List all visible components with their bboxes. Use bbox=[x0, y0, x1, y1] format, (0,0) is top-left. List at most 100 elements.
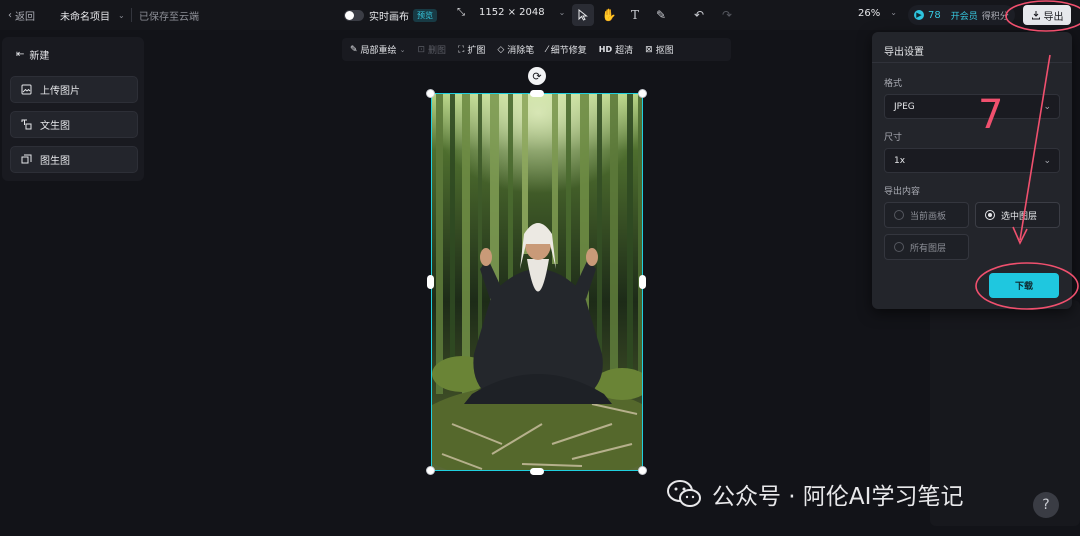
select-tool-button[interactable] bbox=[572, 4, 594, 26]
canvas-tools: ✋ T ✎ bbox=[572, 4, 672, 26]
chevron-down-icon: ⌄ bbox=[118, 11, 125, 20]
zoom-level: 26% bbox=[858, 8, 881, 19]
delete-icon: ⊡ bbox=[417, 44, 425, 55]
format-select[interactable]: JPEG ⌄ bbox=[884, 94, 1060, 119]
size-label: 尺寸 bbox=[884, 133, 903, 143]
bamboo-forest-image bbox=[432, 94, 642, 470]
size-select[interactable]: 1x ⌄ bbox=[884, 148, 1060, 173]
left-panel: ⇤ 新建 上传图片 文生图 图生图 bbox=[2, 37, 144, 181]
undo-icon: ↶ bbox=[693, 8, 705, 22]
save-status: 已保存至云端 bbox=[139, 12, 199, 23]
eraser-button[interactable]: ◇ 消除笔 bbox=[497, 43, 534, 57]
earn-points-link[interactable]: 得积分 bbox=[982, 9, 1009, 22]
collapse-arrow-icon: ⇤ bbox=[16, 49, 25, 60]
resize-handle-bottom-right[interactable] bbox=[638, 466, 647, 475]
resize-handle-left[interactable] bbox=[427, 275, 434, 289]
chevron-down-icon: ⌄ bbox=[1043, 155, 1051, 166]
chevron-down-icon: ⌄ bbox=[558, 8, 566, 17]
project-title: 未命名项目 bbox=[60, 12, 110, 23]
export-settings-panel: 导出设置 格式 JPEG ⌄ 尺寸 1x ⌄ 导出内容 当前画板 选中图层 所有… bbox=[872, 32, 1072, 309]
expand-image-button[interactable]: ⛶ 扩图 bbox=[458, 43, 485, 57]
cutout-button[interactable]: ⊠ 抠图 bbox=[645, 43, 674, 57]
download-icon bbox=[1031, 11, 1040, 20]
chevron-down-icon: ⌄ bbox=[399, 45, 406, 54]
realtime-canvas-toggle[interactable]: 实时画布 预览 bbox=[344, 6, 437, 24]
project-title-dropdown[interactable]: 未命名项目 ⌄ bbox=[60, 8, 125, 23]
back-label: 返回 bbox=[15, 12, 35, 23]
canvas-size: 1152 × 2048 bbox=[479, 7, 545, 18]
hd-upscale-label: 超清 bbox=[615, 46, 634, 56]
new-button[interactable]: ⇤ 新建 bbox=[16, 47, 49, 62]
inpaint-button[interactable]: ✎ 局部重绘 ⌄ bbox=[350, 43, 406, 57]
canvas-image[interactable] bbox=[431, 93, 643, 471]
radio-checked-icon bbox=[985, 210, 995, 220]
image-edit-toolbar: ✎ 局部重绘 ⌄ ⊡ 删图 ⛶ 扩图 ◇ 消除笔 ⁄ 细节修复 HD 超清 ⊠ … bbox=[342, 38, 731, 61]
text-to-image-label: 文生图 bbox=[40, 121, 70, 132]
watermark-text: 公众号 · 阿伦AI学习笔记 bbox=[712, 484, 964, 510]
option-all-layers[interactable]: 所有图层 bbox=[884, 234, 969, 260]
resize-handle-bottom[interactable] bbox=[530, 468, 544, 475]
rotate-handle[interactable]: ⟳ bbox=[528, 67, 546, 85]
image-image-icon bbox=[21, 154, 32, 164]
upload-image-label: 上传图片 bbox=[40, 86, 80, 97]
cutout-label: 抠图 bbox=[655, 46, 674, 56]
option-current-artboard[interactable]: 当前画板 bbox=[884, 202, 969, 228]
eraser-icon: ◇ bbox=[497, 44, 505, 55]
text-icon: T bbox=[630, 8, 639, 22]
inpaint-label: 局部重绘 bbox=[360, 46, 397, 56]
detail-repair-button[interactable]: ⁄ 细节修复 bbox=[546, 43, 587, 57]
hd-icon: HD bbox=[598, 45, 613, 54]
delete-image-label: 删图 bbox=[427, 46, 446, 56]
chevron-down-icon: ⌄ bbox=[1043, 101, 1051, 112]
resize-handle-right[interactable] bbox=[639, 275, 646, 289]
upload-image-button[interactable]: 上传图片 bbox=[10, 76, 138, 103]
radio-icon bbox=[894, 210, 904, 220]
text-image-icon bbox=[21, 119, 32, 130]
resize-handle-bottom-left[interactable] bbox=[426, 466, 435, 475]
watermark: 公众号 · 阿伦AI学习笔记 bbox=[666, 477, 963, 511]
export-settings-title: 导出设置 bbox=[884, 47, 924, 58]
toggle-switch[interactable] bbox=[344, 9, 364, 21]
delete-image-button[interactable]: ⊡ 删图 bbox=[417, 43, 446, 57]
redo-button[interactable]: ↷ bbox=[716, 4, 738, 26]
brush-icon: ✎ bbox=[655, 8, 667, 22]
image-upload-icon bbox=[21, 84, 32, 95]
member-link[interactable]: 开会员 bbox=[951, 9, 978, 22]
size-value: 1x bbox=[894, 155, 906, 166]
resize-icon: ⤡ bbox=[457, 7, 465, 18]
option-selected-layer[interactable]: 选中图层 bbox=[975, 202, 1060, 228]
download-button[interactable]: 下载 bbox=[989, 273, 1059, 298]
brush-tool-button[interactable]: ✎ bbox=[650, 4, 672, 26]
realtime-label: 实时画布 bbox=[369, 11, 409, 23]
export-content-label: 导出内容 bbox=[884, 187, 921, 197]
divider bbox=[872, 62, 1072, 63]
points-membership[interactable]: ▶ 78 开会员 得积分 bbox=[908, 5, 1015, 25]
canvas-size-control[interactable]: ⤡ 1152 × 2048 ⌄ bbox=[457, 7, 565, 18]
text-tool-button[interactable]: T bbox=[624, 4, 646, 26]
help-button[interactable]: ? bbox=[1033, 492, 1059, 518]
chevron-left-icon: ‹ bbox=[8, 10, 12, 21]
history-controls: ↶ ↷ bbox=[688, 4, 738, 26]
chevron-down-icon: ⌄ bbox=[890, 8, 897, 17]
back-button[interactable]: ‹ 返回 bbox=[8, 8, 35, 23]
hand-tool-button[interactable]: ✋ bbox=[598, 4, 620, 26]
resize-handle-top-right[interactable] bbox=[638, 89, 647, 98]
image-to-image-button[interactable]: 图生图 bbox=[10, 146, 138, 173]
export-button[interactable]: 导出 bbox=[1023, 5, 1071, 25]
resize-handle-top-left[interactable] bbox=[426, 89, 435, 98]
text-to-image-button[interactable]: 文生图 bbox=[10, 111, 138, 138]
option-current-artboard-label: 当前画板 bbox=[910, 211, 947, 222]
format-label: 格式 bbox=[884, 79, 903, 89]
hd-upscale-button[interactable]: HD 超清 bbox=[599, 43, 633, 56]
export-label: 导出 bbox=[1043, 11, 1064, 23]
undo-button[interactable]: ↶ bbox=[688, 4, 710, 26]
zoom-dropdown[interactable]: 26% ⌄ bbox=[858, 8, 897, 19]
image-to-image-label: 图生图 bbox=[40, 156, 70, 167]
rotate-icon: ⟳ bbox=[532, 69, 542, 83]
download-label: 下载 bbox=[1014, 282, 1033, 292]
hand-icon: ✋ bbox=[601, 8, 617, 22]
wechat-logo-icon bbox=[667, 480, 701, 507]
resize-handle-top[interactable] bbox=[530, 90, 544, 97]
points-count: 78 bbox=[928, 9, 941, 21]
cutout-icon: ⊠ bbox=[645, 44, 653, 55]
